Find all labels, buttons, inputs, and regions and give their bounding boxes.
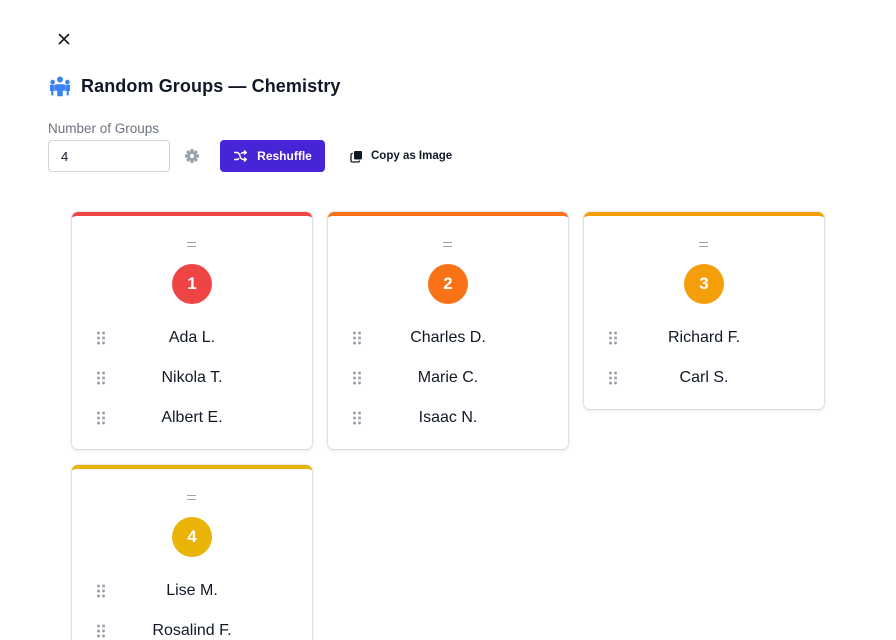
grip-dots-icon[interactable]: [96, 411, 106, 425]
list-item[interactable]: Nikola T.: [72, 358, 312, 398]
member-name: Rosalind F.: [152, 622, 232, 639]
copy-as-image-button[interactable]: Copy as Image: [350, 140, 452, 172]
group-number-badge: 4: [172, 517, 212, 557]
list-item[interactable]: Ada L.: [72, 318, 312, 358]
drag-handle-icon[interactable]: [187, 242, 196, 247]
group-number-badge: 1: [172, 264, 212, 304]
member-name: Albert E.: [161, 409, 223, 426]
reshuffle-button-label: Reshuffle: [257, 149, 312, 163]
grip-dots-icon[interactable]: [608, 371, 618, 385]
grip-dots-icon[interactable]: [352, 331, 362, 345]
close-icon: [58, 33, 70, 45]
list-item[interactable]: Richard F.: [584, 318, 824, 358]
member-name: Marie C.: [417, 369, 479, 386]
grip-dots-icon[interactable]: [608, 331, 618, 345]
number-of-groups-label: Number of Groups: [48, 121, 160, 136]
drag-handle-icon[interactable]: [187, 495, 196, 500]
copy-icon: [350, 150, 362, 163]
list-item[interactable]: Albert E.: [72, 398, 312, 438]
copy-as-image-label: Copy as Image: [371, 150, 453, 162]
close-button[interactable]: [54, 29, 74, 49]
reshuffle-button[interactable]: Reshuffle: [220, 140, 325, 172]
list-item[interactable]: Lise M.: [72, 571, 312, 611]
member-name: Lise M.: [166, 582, 218, 599]
gear-icon[interactable]: [184, 148, 200, 164]
drag-handle-icon[interactable]: [443, 242, 452, 247]
group-number-badge: 2: [428, 264, 468, 304]
modal-title: Random Groups — Chemistry: [81, 75, 341, 96]
drag-handle-icon[interactable]: [699, 242, 708, 247]
group-card-1[interactable]: 1 Ada L. Nikola T. Albert E.: [72, 212, 312, 449]
number-of-groups-input[interactable]: [48, 140, 170, 172]
group-card-3[interactable]: 3 Richard F. Carl S.: [584, 212, 824, 409]
member-name: Ada L.: [168, 329, 216, 346]
member-name: Carl S.: [679, 369, 729, 386]
member-name: Richard F.: [667, 329, 741, 346]
list-item[interactable]: Isaac N.: [328, 398, 568, 438]
member-name: Charles D.: [410, 329, 486, 346]
group-card-4[interactable]: 4 Lise M. Rosalind F.: [72, 465, 312, 640]
people-group-icon: [50, 76, 70, 97]
group-number-badge: 3: [684, 264, 724, 304]
list-item[interactable]: Marie C.: [328, 358, 568, 398]
member-name: Isaac N.: [418, 409, 478, 426]
group-card-2[interactable]: 2 Charles D. Marie C. Isaac N.: [328, 212, 568, 449]
list-item[interactable]: Carl S.: [584, 358, 824, 398]
grip-dots-icon[interactable]: [96, 624, 106, 638]
grip-dots-icon[interactable]: [96, 331, 106, 345]
list-item[interactable]: Rosalind F.: [72, 611, 312, 640]
member-name: Nikola T.: [161, 369, 223, 386]
grip-dots-icon[interactable]: [96, 371, 106, 385]
grip-dots-icon[interactable]: [352, 411, 362, 425]
grip-dots-icon[interactable]: [96, 584, 106, 598]
modal-header: Random Groups — Chemistry: [49, 75, 341, 97]
list-item[interactable]: Charles D.: [328, 318, 568, 358]
shuffle-icon: [234, 149, 248, 163]
grip-dots-icon[interactable]: [352, 371, 362, 385]
